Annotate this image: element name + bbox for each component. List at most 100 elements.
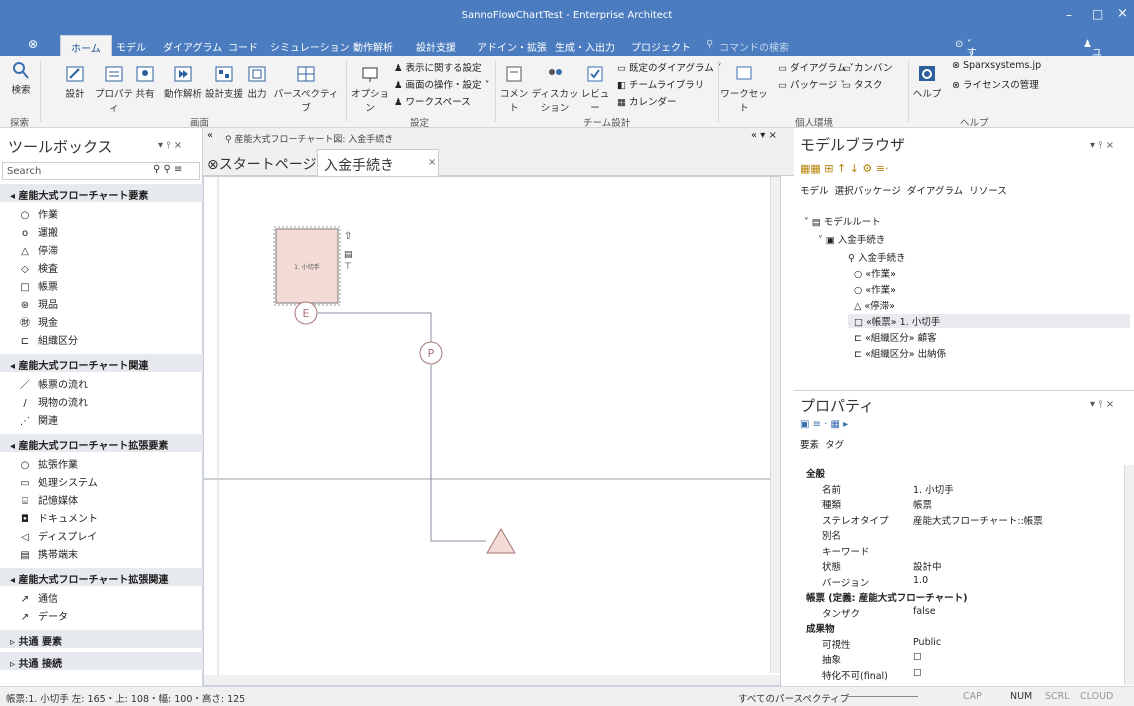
toolbox-section-header[interactable]: ▹ 共通 接続 [0, 652, 203, 670]
help-button[interactable]: ヘルプ [912, 64, 942, 100]
toolbox-section-header[interactable]: ◂ 産能大式フローチャート要素 [0, 184, 203, 202]
maximize-button[interactable]: □ [1092, 7, 1103, 21]
menu-home[interactable]: ホーム [60, 35, 112, 56]
toolbox-item[interactable]: ◘ ドキュメント [18, 510, 98, 525]
toolbox-item[interactable]: ↗ 通信 [18, 590, 58, 605]
license-button[interactable]: ⊗ ライセンスの管理 [952, 77, 1039, 91]
property-row[interactable]: 抽象 ☐ [800, 651, 1134, 666]
toolbox-item[interactable]: ⌸ 記憶媒体 [18, 492, 78, 507]
screen-settings-button[interactable]: ♟ 画面の操作・設定 ˅ [394, 77, 489, 91]
toolbox-section-header[interactable]: ◂ 産能大式フローチャート拡張関連 [0, 568, 203, 586]
connector-p-stop[interactable] [430, 365, 486, 542]
toolbox-item[interactable]: △ 停滞 [18, 242, 58, 257]
design-button[interactable]: 設計 [58, 64, 92, 100]
toolbox-item[interactable]: ○ 拡張作業 [18, 456, 78, 471]
toolbox-item[interactable]: □ 帳票 [18, 278, 58, 293]
property-group-header[interactable]: 全般 [800, 465, 1134, 480]
perspective-button[interactable]: パースペクティブ [272, 64, 340, 114]
menu-generate[interactable]: 生成・入出力 [555, 39, 615, 54]
toolbox-section-header[interactable]: ◂ 産能大式フローチャート拡張要素 [0, 434, 203, 452]
toolbox-item[interactable]: ／ 帳票の流れ [18, 376, 88, 391]
tree-item-wait[interactable]: △ «停滞» [854, 298, 895, 312]
team-library-button[interactable]: ◧ チームライブラリ [617, 77, 704, 91]
zoom-slider[interactable] [848, 696, 918, 697]
browser-tab-resources[interactable]: リソース [969, 186, 1007, 197]
package-button[interactable]: ▭ パッケージ ˅ [778, 77, 845, 91]
props-tab-tag[interactable]: タグ [825, 440, 844, 451]
tree-item-work1[interactable]: ○ «作業» [854, 266, 896, 280]
menu-diagram[interactable]: ダイアグラム [163, 39, 222, 54]
toolbox-search[interactable]: Search ⚲ ⚲ ≡ [2, 162, 200, 180]
app-menu-icon[interactable]: ⊗ [28, 37, 38, 51]
browser-tab-model[interactable]: モデル [800, 186, 829, 197]
diagram-hscroll[interactable] [204, 675, 780, 685]
toolbox-pin-icon[interactable]: ▾ ⫯ × [158, 140, 182, 151]
tab-current-diagram[interactable]: 入金手続き × [317, 149, 439, 176]
menu-analysis[interactable]: 動作解析 [353, 39, 393, 54]
property-row[interactable]: 可視性 Public [800, 636, 1134, 651]
toolbox-item[interactable]: ⊛ 現品 [18, 296, 58, 311]
property-row[interactable]: 別名 [800, 527, 1134, 542]
toolbox-item[interactable]: ㊖現金 [18, 314, 58, 329]
props-vscroll[interactable] [1124, 465, 1134, 685]
user-menu[interactable]: ♟ ユーザー [1083, 39, 1102, 104]
property-row[interactable]: バージョン 1.0 [800, 574, 1134, 589]
perspective-selector[interactable]: ⊙ すべてのパースペクティブ ˅ [955, 39, 977, 224]
display-settings-button[interactable]: ♟ 表示に関する設定 [394, 60, 482, 74]
tree-item-document[interactable]: □ «帳票» 1. 小切手 [848, 314, 1130, 328]
toolbox-section-header[interactable]: ◂ 産能大式フローチャート関連 [0, 354, 203, 372]
workspace-button[interactable]: ♟ ワークスペース [394, 94, 471, 108]
browser-toolbar[interactable]: ▦▦ ⊞ ↑ ↓ ⚙ ≡· [800, 162, 889, 175]
property-row[interactable]: キーワード [800, 543, 1134, 558]
property-group-header[interactable]: 成果物 [800, 620, 1134, 635]
tree-package[interactable]: ˅ ▣ 入金手続き [818, 232, 885, 246]
toolbox-item[interactable]: ⋰ 関連 [18, 412, 58, 427]
toolbox-section-header[interactable]: ▹ 共通 要素 [0, 630, 203, 648]
calendar-button[interactable]: ▦ カレンダー [617, 94, 677, 108]
browser-tab-selected-package[interactable]: 選択パッケージ [835, 186, 901, 197]
properties-button[interactable]: プロパティ [93, 64, 135, 114]
comment-button[interactable]: コメント [498, 64, 530, 114]
options-button[interactable]: オプション [350, 64, 390, 114]
tree-item-org2[interactable]: ⊏ «組織区分» 出納係 [854, 346, 946, 360]
toolbox-item[interactable]: ▭ 処理システム [18, 474, 97, 489]
toolbox-item[interactable]: ▤ 携帯端末 [18, 546, 78, 561]
property-row[interactable]: ステレオタイプ 産能大式フローチャート::帳票 [800, 512, 1134, 527]
search-button[interactable]: 検索 [6, 60, 36, 96]
toolbox-item[interactable]: ◇ 検査 [18, 260, 58, 275]
props-toolbar[interactable]: ▣ ≡ · ▦ ▸ [800, 419, 848, 430]
toolbox-item[interactable]: ↗ データ [18, 608, 68, 623]
menu-simulation[interactable]: シミュレーション [270, 39, 350, 54]
property-row[interactable]: 名前 1. 小切手 [800, 481, 1134, 496]
design-support-button[interactable]: 設計支援 [204, 64, 244, 100]
node-handle-icon[interactable]: ⇧ [344, 231, 352, 242]
minimize-button[interactable]: – [1066, 8, 1072, 22]
property-row[interactable]: タンザク false [800, 605, 1134, 620]
property-row[interactable]: 特化不可(final) ☐ [800, 667, 1134, 682]
menu-code[interactable]: コード [228, 39, 258, 54]
node-doc-icon[interactable]: ▤ [344, 250, 353, 260]
tree-diagram[interactable]: ⚲ 入金手続き [848, 250, 906, 264]
analysis-button[interactable]: 動作解析 [162, 64, 204, 100]
collapse-right-icon[interactable]: « ▾ × [751, 130, 777, 141]
diagram-vscroll[interactable] [770, 177, 780, 673]
default-diagram-button[interactable]: ▭ 既定のダイアグラム ˅ [617, 60, 722, 74]
tab-start-page[interactable]: ⊗スタートページ [207, 154, 316, 174]
collapse-left-icon[interactable]: « [207, 130, 213, 141]
props-tab-element[interactable]: 要素 [800, 440, 819, 451]
menu-design[interactable]: 設計支援 [416, 39, 456, 54]
toolbox-item[interactable]: ◁ ディスプレイ [18, 528, 97, 543]
task-button[interactable]: ▭ タスク [842, 77, 883, 91]
output-button[interactable]: 出力 [244, 64, 270, 100]
props-pin-icon[interactable]: ▾ ⫯ × [1090, 399, 1114, 410]
command-search[interactable]: コマンドの検索 [719, 39, 789, 54]
toolbox-item[interactable]: ⊏ 組織区分 [18, 332, 78, 347]
tree-root[interactable]: ˅ ▤ モデルルート [804, 214, 881, 228]
menu-addins[interactable]: アドイン・拡張 [477, 39, 547, 54]
property-row[interactable]: 種類 帳票 [800, 496, 1134, 511]
toolbox-item[interactable]: / 現物の流れ [18, 394, 88, 409]
node-link-icon[interactable]: ⊤ [344, 262, 352, 272]
menu-project[interactable]: プロジェクト [631, 39, 691, 54]
review-button[interactable]: レビュー [578, 64, 612, 114]
property-group-header[interactable]: 帳票 (定義: 産能大式フローチャート) [800, 589, 1134, 604]
